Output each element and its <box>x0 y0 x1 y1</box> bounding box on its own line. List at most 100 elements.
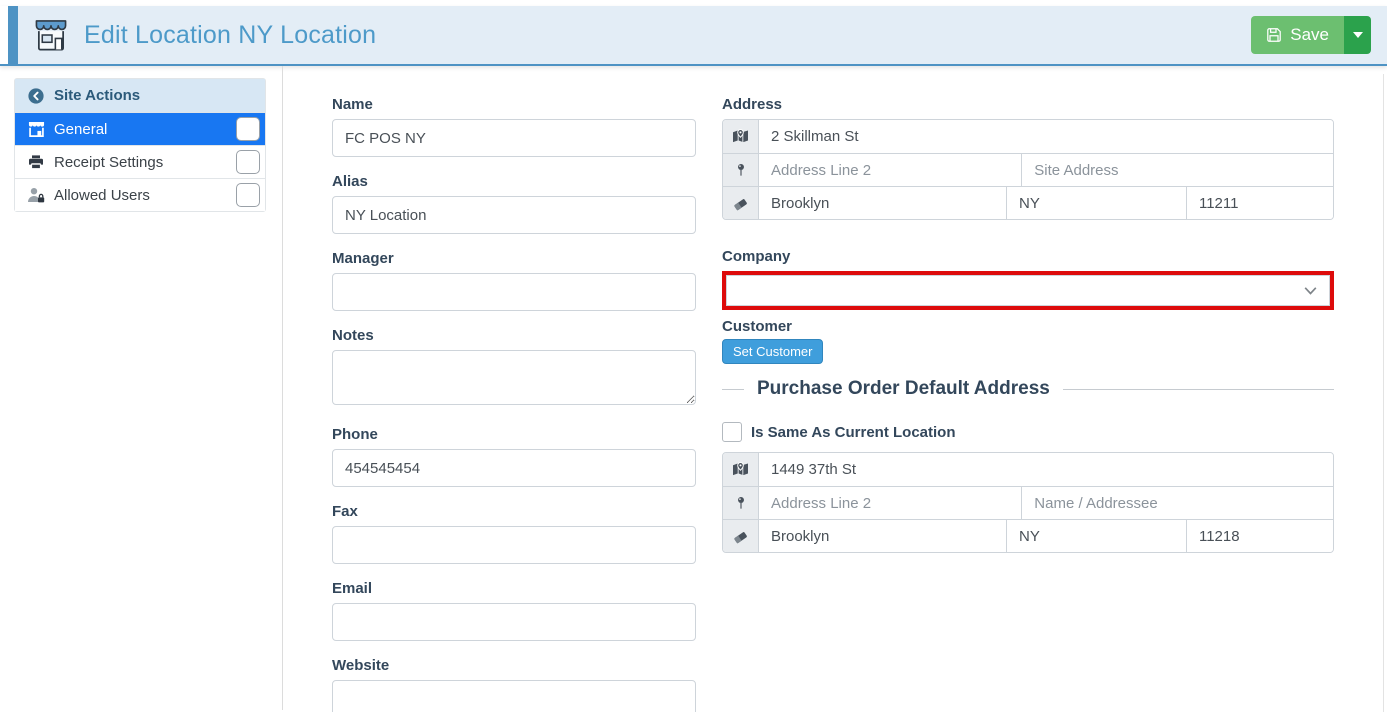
po-address-line1-input[interactable] <box>759 453 1333 486</box>
email-input[interactable] <box>332 603 696 641</box>
po-address-line2-input[interactable] <box>759 487 1021 519</box>
map-pin-icon <box>723 154 759 186</box>
po-addressee-cell <box>1021 487 1334 519</box>
eraser-icon <box>723 520 759 552</box>
po-section-header: Purchase Order Default Address <box>722 378 1334 400</box>
content-area: Site Actions General Receipt <box>0 66 1387 710</box>
storefront-icon <box>32 19 70 52</box>
alias-field: Alias <box>332 173 696 234</box>
street-cell <box>759 120 1333 153</box>
form-area: Name Alias Manager Notes Phone Fax <box>283 66 1334 712</box>
sidebar-item-checkbox[interactable] <box>236 150 260 174</box>
address-line1-input[interactable] <box>759 120 1333 153</box>
same-as-checkbox[interactable] <box>722 422 742 442</box>
sidebar-header-label: Site Actions <box>54 87 140 104</box>
same-as-row: Is Same As Current Location <box>722 422 1334 442</box>
form-right-column: Address <box>722 96 1334 712</box>
po-address-group <box>722 452 1334 553</box>
zip-cell <box>1186 187 1334 219</box>
state-input[interactable] <box>1007 187 1186 219</box>
city-cell <box>759 187 1006 219</box>
email-label: Email <box>332 580 696 597</box>
sidebar-header-site-actions[interactable]: Site Actions <box>15 79 265 112</box>
po-address-row-line2 <box>723 486 1333 519</box>
form-left-column: Name Alias Manager Notes Phone Fax <box>332 96 696 712</box>
customer-label: Customer <box>722 318 1334 335</box>
map-pin-icon <box>723 487 759 519</box>
save-icon <box>1266 27 1282 43</box>
po-addressee-input[interactable] <box>1022 487 1180 519</box>
address-row-line2 <box>723 153 1333 186</box>
zip-input[interactable] <box>1187 187 1334 219</box>
scrollbar-track-edge <box>1383 74 1384 712</box>
address-group <box>722 119 1334 220</box>
section-line-right <box>1063 389 1334 390</box>
site-address-cell <box>1021 154 1334 186</box>
save-button-label: Save <box>1290 25 1329 45</box>
company-select[interactable] <box>726 275 1330 306</box>
printer-icon <box>25 154 47 170</box>
name-label: Name <box>332 96 696 113</box>
fax-field: Fax <box>332 503 696 564</box>
sidebar-item-general[interactable]: General <box>15 112 265 145</box>
po-city-input[interactable] <box>759 520 1006 552</box>
company-label: Company <box>722 248 1334 265</box>
website-field: Website <box>332 657 696 712</box>
company-highlight-box <box>722 271 1334 310</box>
city-input[interactable] <box>759 187 1006 219</box>
site-address-input[interactable] <box>1022 154 1334 186</box>
email-field: Email <box>332 580 696 641</box>
address-row-city <box>723 186 1333 219</box>
website-label: Website <box>332 657 696 674</box>
address-row-street <box>723 120 1333 153</box>
website-input[interactable] <box>332 680 696 712</box>
header-accent-bar <box>8 6 18 64</box>
phone-input[interactable] <box>332 449 696 487</box>
save-button[interactable]: Save <box>1251 16 1344 54</box>
sidebar-item-label: Allowed Users <box>54 187 150 204</box>
fax-label: Fax <box>332 503 696 520</box>
po-address-row-street <box>723 453 1333 486</box>
sidebar-item-checkbox[interactable] <box>236 183 260 207</box>
fax-input[interactable] <box>332 526 696 564</box>
po-section-title: Purchase Order Default Address <box>757 378 1050 400</box>
po-zip-cell <box>1186 520 1334 552</box>
storefront-icon <box>25 121 47 138</box>
sidebar-item-label: General <box>54 121 107 138</box>
header-main: Edit Location NY Location Save <box>18 6 1387 64</box>
notes-label: Notes <box>332 327 696 344</box>
address-line2-input[interactable] <box>759 154 1021 186</box>
po-zip-input[interactable] <box>1187 520 1334 552</box>
sidebar-item-allowed-users[interactable]: Allowed Users <box>15 178 265 211</box>
eraser-icon <box>723 187 759 219</box>
same-as-label: Is Same As Current Location <box>751 424 956 441</box>
notes-field: Notes <box>332 327 696 410</box>
set-customer-button[interactable]: Set Customer <box>722 339 823 364</box>
alias-input[interactable] <box>332 196 696 234</box>
sidebar: Site Actions General Receipt <box>14 78 266 212</box>
page-title: Edit Location NY Location <box>84 21 376 50</box>
map-marked-icon <box>723 453 759 486</box>
manager-field: Manager <box>332 250 696 311</box>
manager-label: Manager <box>332 250 696 267</box>
phone-field: Phone <box>332 426 696 487</box>
po-address-row-city <box>723 519 1333 552</box>
address-label: Address <box>722 96 1334 113</box>
notes-textarea[interactable] <box>332 350 696 405</box>
save-dropdown-button[interactable] <box>1344 16 1371 54</box>
sidebar-item-receipt-settings[interactable]: Receipt Settings <box>15 145 265 178</box>
sidebar-item-label: Receipt Settings <box>54 154 163 171</box>
map-marked-icon <box>723 120 759 153</box>
save-split-button: Save <box>1251 16 1371 54</box>
caret-down-icon <box>1353 32 1363 38</box>
sidebar-item-checkbox[interactable] <box>236 117 260 141</box>
section-line-left <box>722 389 744 390</box>
line2-cell <box>759 154 1021 186</box>
chevron-down-icon <box>1302 282 1319 299</box>
manager-input[interactable] <box>332 273 696 311</box>
po-state-input[interactable] <box>1007 520 1186 552</box>
po-line2-cell <box>759 487 1021 519</box>
po-city-cell <box>759 520 1006 552</box>
name-input[interactable] <box>332 119 696 157</box>
user-lock-icon <box>25 187 47 203</box>
